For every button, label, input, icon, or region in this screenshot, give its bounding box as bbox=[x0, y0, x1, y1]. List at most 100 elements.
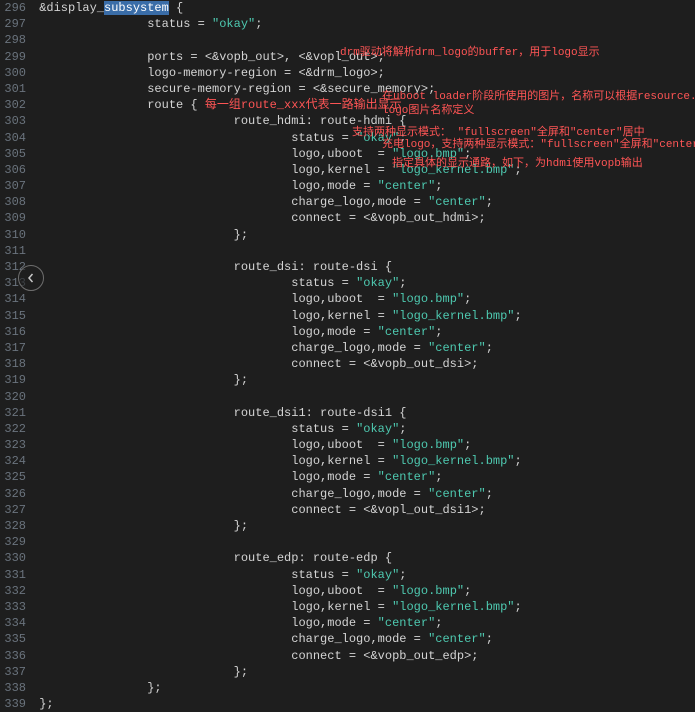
code-line[interactable]: logo,kernel = "logo_kernel.bmp"; bbox=[32, 162, 695, 178]
code-line[interactable]: route_dsi: route-dsi { bbox=[32, 259, 695, 275]
token-str: "center" bbox=[378, 616, 436, 630]
code-line[interactable]: connect = <&vopb_out_dsi>; bbox=[32, 356, 695, 372]
code-line[interactable]: logo-memory-region = <&drm_logo>; bbox=[32, 65, 695, 81]
code-line[interactable]: logo,uboot = "logo.bmp"; bbox=[32, 146, 695, 162]
line-number: 337 bbox=[0, 664, 26, 680]
code-line[interactable]: logo,kernel = "logo_kernel.bmp"; bbox=[32, 599, 695, 615]
line-number: 303 bbox=[0, 113, 26, 129]
token-punc: ; bbox=[435, 179, 442, 193]
code-line[interactable] bbox=[32, 389, 695, 405]
token-punc: ; bbox=[399, 131, 406, 145]
token-prop: logo,uboot = bbox=[291, 292, 392, 306]
code-line[interactable]: ports = <&vopb_out>, <&vopl_out>; bbox=[32, 49, 695, 65]
token-punc: ; bbox=[515, 309, 522, 323]
code-line[interactable] bbox=[32, 534, 695, 550]
line-number: 296 bbox=[0, 0, 26, 16]
code-line[interactable]: &display_subsystem { bbox=[32, 0, 695, 16]
code-area[interactable]: &display_subsystem { status = "okay"; po… bbox=[32, 0, 695, 712]
token-str: "center" bbox=[428, 341, 486, 355]
token-str: "logo_kernel.bmp" bbox=[392, 163, 514, 177]
code-line[interactable] bbox=[32, 243, 695, 259]
token-str: "center" bbox=[428, 487, 486, 501]
token-prop: logo,uboot = bbox=[291, 584, 392, 598]
code-line[interactable]: charge_logo,mode = "center"; bbox=[32, 194, 695, 210]
code-line[interactable]: status = "okay"; bbox=[32, 130, 695, 146]
code-line[interactable]: status = "okay"; bbox=[32, 16, 695, 32]
line-number: 320 bbox=[0, 389, 26, 405]
token-str: "center" bbox=[378, 179, 436, 193]
line-number: 329 bbox=[0, 534, 26, 550]
token-prop: logo,mode = bbox=[291, 616, 377, 630]
line-number: 321 bbox=[0, 405, 26, 421]
code-line[interactable]: status = "okay"; bbox=[32, 275, 695, 291]
token-punc: ; bbox=[464, 147, 471, 161]
token-prop: connect = <&vopb_out_dsi>; bbox=[291, 357, 478, 371]
token-prop: charge_logo,mode = bbox=[291, 341, 428, 355]
token-prop: logo,uboot = bbox=[291, 147, 392, 161]
line-number: 302 bbox=[0, 97, 26, 113]
token-prop: status = bbox=[291, 276, 356, 290]
line-number: 306 bbox=[0, 162, 26, 178]
line-number: 314 bbox=[0, 291, 26, 307]
code-line[interactable]: logo,kernel = "logo_kernel.bmp"; bbox=[32, 308, 695, 324]
code-line[interactable]: }; bbox=[32, 696, 695, 712]
code-line[interactable]: route_hdmi: route-hdmi { bbox=[32, 113, 695, 129]
code-line[interactable]: route { 每一组route_xxx代表一路输出显示 bbox=[32, 97, 695, 113]
code-line[interactable]: }; bbox=[32, 518, 695, 534]
token-str: "center" bbox=[378, 325, 436, 339]
code-line[interactable]: connect = <&vopb_out_edp>; bbox=[32, 648, 695, 664]
code-line[interactable]: charge_logo,mode = "center"; bbox=[32, 340, 695, 356]
code-editor[interactable]: 2962972982993003013023033043053063073083… bbox=[0, 0, 695, 712]
line-number: 298 bbox=[0, 32, 26, 48]
line-number: 305 bbox=[0, 146, 26, 162]
line-number: 322 bbox=[0, 421, 26, 437]
code-line[interactable]: connect = <&vopl_out_dsi1>; bbox=[32, 502, 695, 518]
token-str: "okay" bbox=[356, 131, 399, 145]
code-line[interactable]: logo,mode = "center"; bbox=[32, 178, 695, 194]
token-prop: connect = <&vopb_out_hdmi>; bbox=[291, 211, 485, 225]
code-line[interactable]: route_dsi1: route-dsi1 { bbox=[32, 405, 695, 421]
code-line[interactable]: logo,kernel = "logo_kernel.bmp"; bbox=[32, 453, 695, 469]
line-number: 308 bbox=[0, 194, 26, 210]
line-number: 327 bbox=[0, 502, 26, 518]
token-prop: logo,kernel = bbox=[291, 600, 392, 614]
code-line[interactable]: logo,mode = "center"; bbox=[32, 469, 695, 485]
token-punc: ; bbox=[486, 195, 493, 209]
token-punc: ; bbox=[399, 276, 406, 290]
code-line[interactable]: charge_logo,mode = "center"; bbox=[32, 631, 695, 647]
code-line[interactable]: logo,uboot = "logo.bmp"; bbox=[32, 583, 695, 599]
code-line[interactable]: route_edp: route-edp { bbox=[32, 550, 695, 566]
line-number: 317 bbox=[0, 340, 26, 356]
token-prop: status = bbox=[291, 422, 356, 436]
line-number: 331 bbox=[0, 567, 26, 583]
code-line[interactable]: }; bbox=[32, 664, 695, 680]
code-line[interactable]: connect = <&vopb_out_hdmi>; bbox=[32, 210, 695, 226]
code-line[interactable]: status = "okay"; bbox=[32, 567, 695, 583]
code-line[interactable]: }; bbox=[32, 227, 695, 243]
code-line[interactable]: charge_logo,mode = "center"; bbox=[32, 486, 695, 502]
code-line[interactable]: }; bbox=[32, 680, 695, 696]
code-line[interactable]: logo,mode = "center"; bbox=[32, 615, 695, 631]
code-line[interactable]: secure-memory-region = <&secure_memory>; bbox=[32, 81, 695, 97]
code-line[interactable]: logo,uboot = "logo.bmp"; bbox=[32, 437, 695, 453]
line-number: 315 bbox=[0, 308, 26, 324]
line-number: 316 bbox=[0, 324, 26, 340]
line-number: 318 bbox=[0, 356, 26, 372]
code-line[interactable]: status = "okay"; bbox=[32, 421, 695, 437]
token-punc: ; bbox=[515, 454, 522, 468]
token-prop: logo,mode = bbox=[291, 179, 377, 193]
line-number: 338 bbox=[0, 680, 26, 696]
code-line[interactable]: }; bbox=[32, 372, 695, 388]
code-line[interactable]: logo,uboot = "logo.bmp"; bbox=[32, 291, 695, 307]
code-line[interactable] bbox=[32, 32, 695, 48]
token-punc: ; bbox=[515, 163, 522, 177]
token-punc: ; bbox=[399, 422, 406, 436]
token-punc: ; bbox=[486, 487, 493, 501]
code-line[interactable]: logo,mode = "center"; bbox=[32, 324, 695, 340]
token-prop: secure-memory-region = <&secure_memory>; bbox=[147, 82, 435, 96]
token-str: "okay" bbox=[356, 422, 399, 436]
token-prop: status = bbox=[291, 568, 356, 582]
line-number-gutter: 2962972982993003013023033043053063073083… bbox=[0, 0, 32, 712]
token-prop: route { bbox=[147, 98, 205, 112]
back-button[interactable] bbox=[18, 265, 44, 291]
